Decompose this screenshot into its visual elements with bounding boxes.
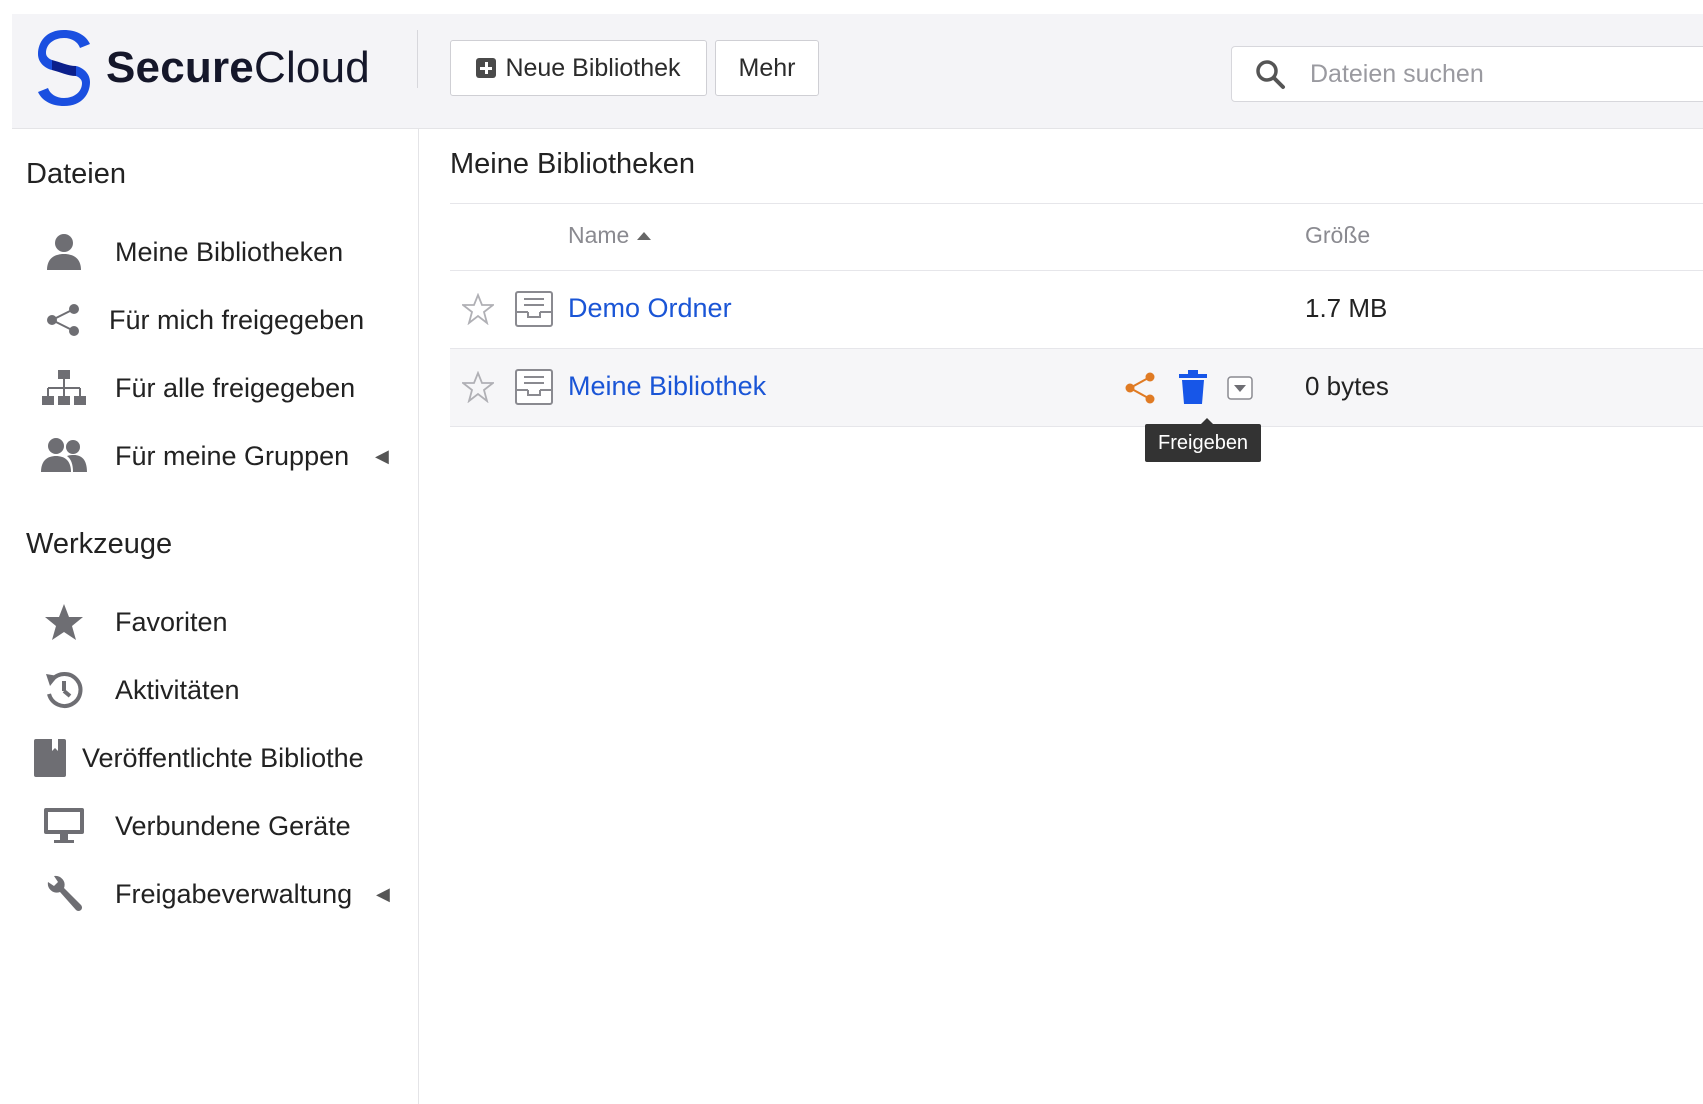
wrench-icon [40, 874, 88, 914]
user-icon [40, 232, 88, 272]
dropdown-toggle-icon[interactable] [1227, 376, 1253, 400]
sidebar-item-my-groups[interactable]: Für meine Gruppen ◀ [0, 426, 418, 486]
sort-ascending-icon [637, 231, 652, 240]
logo-icon [38, 30, 90, 106]
monitor-icon [40, 806, 88, 846]
search-icon [1256, 60, 1285, 89]
sidebar-item-label: Für meine Gruppen [115, 440, 350, 471]
search-input[interactable] [1308, 58, 1612, 90]
share-icon[interactable] [1124, 371, 1158, 405]
trash-icon[interactable] [1178, 369, 1208, 405]
star-outline-icon[interactable] [462, 371, 494, 403]
sidebar-item-connected-devices[interactable]: Verbundene Geräte [0, 796, 418, 856]
column-header-name-label: Name [568, 222, 630, 248]
more-label: Mehr [738, 53, 796, 82]
column-header-name[interactable]: Name [568, 222, 652, 249]
sidebar-item-label: Freigabeverwaltung [115, 878, 353, 909]
library-size: 1.7 MB [1305, 293, 1388, 323]
group-icon [40, 436, 88, 476]
top-header: SecureCloud Neue Bibliothek Mehr [12, 14, 1703, 129]
sidebar-item-label: Verbundene Geräte [115, 810, 351, 841]
library-icon [515, 291, 553, 327]
sidebar-item-shared-with-me[interactable]: Für mich freigegeben [0, 290, 418, 350]
library-icon [515, 369, 553, 405]
logo[interactable]: SecureCloud [34, 26, 370, 110]
divider [450, 426, 1703, 427]
table-row[interactable]: Meine Bibliothek 0 bytes [450, 349, 1703, 426]
library-name-link[interactable]: Meine Bibliothek [568, 371, 766, 402]
logo-text: SecureCloud [106, 43, 370, 92]
book-icon [26, 738, 74, 778]
star-outline-icon[interactable] [462, 293, 494, 325]
library-size: 0 bytes [1305, 371, 1389, 401]
header-divider [417, 30, 418, 88]
share-icon [40, 300, 88, 340]
sidebar-item-label: Für alle freigegeben [115, 372, 356, 403]
sidebar-item-share-admin[interactable]: Freigabeverwaltung ◀ [0, 864, 418, 924]
caret-left-icon: ◀ [376, 883, 390, 904]
sidebar-item-favorites[interactable]: Favoriten [0, 592, 418, 652]
sidebar: Dateien Meine Bibliotheken Für mich frei… [0, 128, 419, 1104]
sidebar-item-label: Favoriten [115, 606, 228, 637]
caret-left-icon: ◀ [375, 445, 389, 466]
sidebar-item-label: Für mich freigegeben [109, 304, 365, 335]
library-name-link[interactable]: Demo Ordner [568, 293, 732, 324]
org-icon [40, 368, 88, 408]
new-library-label: Neue Bibliothek [505, 53, 681, 82]
table-row[interactable]: Demo Ordner 1.7 MB [450, 271, 1703, 348]
sidebar-item-activities[interactable]: Aktivitäten [0, 660, 418, 720]
sidebar-item-label: Aktivitäten [115, 674, 240, 705]
more-button[interactable]: Mehr [715, 40, 819, 96]
plus-icon [476, 58, 497, 78]
sidebar-item-published-libraries[interactable]: Veröffentlichte Bibliothe [0, 728, 418, 788]
sidebar-item-my-libraries[interactable]: Meine Bibliotheken [0, 222, 418, 282]
column-header-size[interactable]: Größe [1305, 222, 1370, 249]
new-library-button[interactable]: Neue Bibliothek [450, 40, 707, 96]
star-icon [40, 602, 88, 642]
sidebar-item-label: Veröffentlichte Bibliothe [82, 742, 364, 773]
sidebar-item-label: Meine Bibliotheken [115, 236, 344, 267]
divider [450, 203, 1703, 204]
search-box[interactable] [1231, 46, 1703, 102]
tooltip: Freigeben [1145, 418, 1262, 462]
history-icon [40, 670, 88, 710]
tools-section-title: Werkzeuge [26, 528, 173, 560]
page-title: Meine Bibliotheken [450, 148, 696, 180]
files-section-title: Dateien [26, 158, 126, 190]
sidebar-item-shared-with-all[interactable]: Für alle freigegeben [0, 358, 418, 418]
